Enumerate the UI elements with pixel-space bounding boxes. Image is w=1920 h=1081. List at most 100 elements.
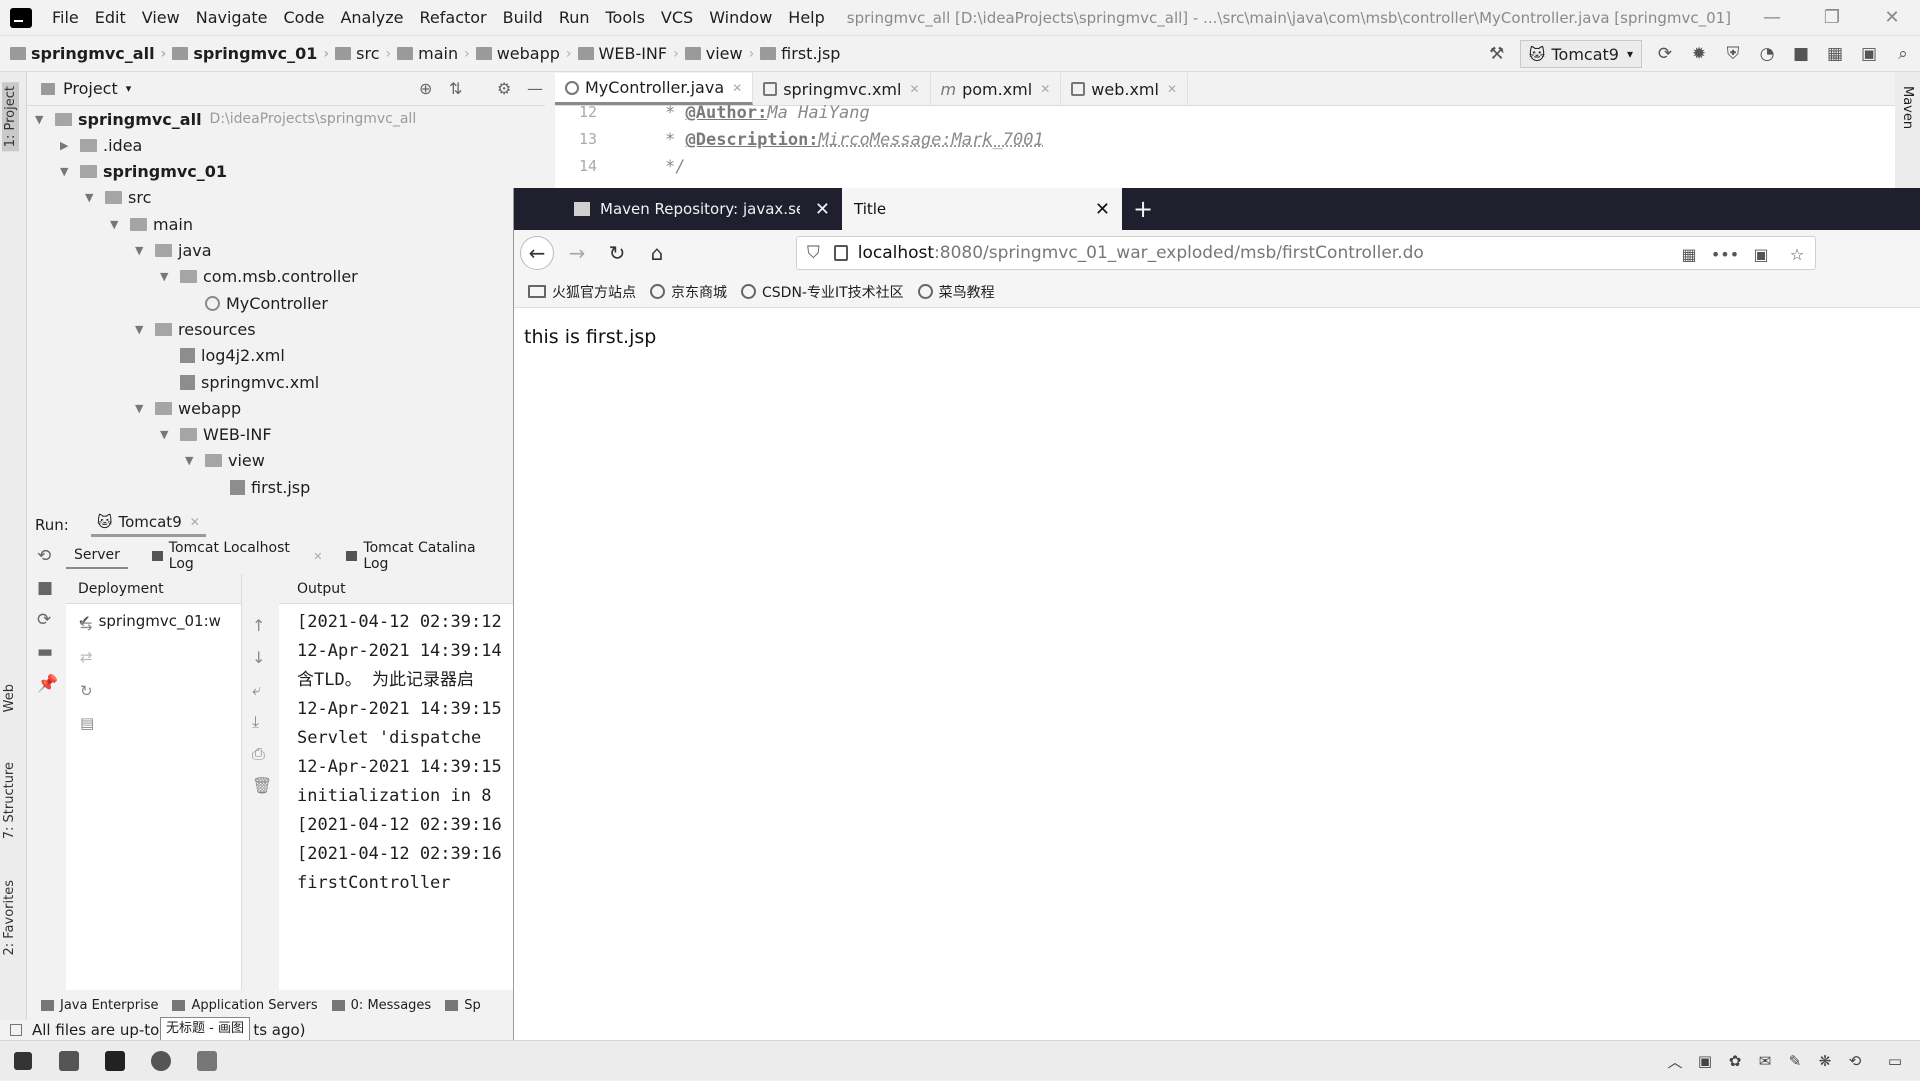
browser-tab-maven[interactable]: Maven Repository: javax.ser...✕ <box>562 188 842 230</box>
menu-code[interactable]: Code <box>276 0 333 36</box>
new-tab-button[interactable]: + <box>1122 188 1164 230</box>
project-view-selector[interactable]: Project <box>63 79 118 98</box>
taskbar-app-icon[interactable] <box>46 1041 92 1081</box>
tab-pom-xml[interactable]: m pom.xml ✕ <box>931 73 1062 105</box>
breadcrumb-item[interactable]: view › <box>684 44 754 63</box>
chevron-down-icon[interactable]: ▼ <box>60 165 74 178</box>
stop-icon[interactable]: ■ <box>37 578 53 598</box>
tree-node[interactable]: log4j2.xml <box>160 343 285 369</box>
tray-app-icon[interactable]: ❋ <box>1810 1052 1840 1070</box>
close-icon[interactable]: ✕ <box>190 515 200 529</box>
shield-icon[interactable]: ⛉ <box>807 243 820 263</box>
close-icon[interactable]: ✕ <box>1040 82 1050 96</box>
menu-vcs[interactable]: VCS <box>653 0 701 36</box>
tree-node[interactable]: springmvc.xml <box>160 369 319 395</box>
gear-icon[interactable]: ⚙ <box>497 79 511 98</box>
tree-node[interactable]: ▼ springmvc_01 <box>60 159 227 185</box>
tray-app-icon[interactable]: ✎ <box>1780 1052 1810 1070</box>
chevron-down-icon[interactable]: ▼ <box>160 270 174 283</box>
tab-tomcat-localhost-log[interactable]: Tomcat Localhost Log ✕ <box>151 540 322 572</box>
home-icon[interactable]: ⌂ <box>640 236 674 270</box>
tree-node[interactable]: ▼ main <box>110 211 193 237</box>
breadcrumb-item[interactable]: src › <box>335 44 391 63</box>
menu-view[interactable]: View <box>134 0 188 36</box>
reader-view-icon[interactable]: ▣ <box>1743 245 1779 264</box>
refresh-icon[interactable]: ↻ <box>80 682 93 700</box>
rerun-icon[interactable]: ⟲ <box>37 546 51 566</box>
tray-app-icon[interactable]: ✉ <box>1750 1052 1780 1070</box>
windows-start-icon[interactable] <box>0 1041 46 1081</box>
menu-edit[interactable]: Edit <box>87 0 134 36</box>
tool-tab-spring[interactable]: Sp <box>445 998 481 1013</box>
page-info-icon[interactable] <box>833 245 848 261</box>
tool-tab-project[interactable]: 1: Project <box>2 82 19 152</box>
terminal-icon[interactable]: ▣ <box>1852 40 1886 68</box>
chevron-down-icon[interactable]: ▼ <box>185 454 199 467</box>
tree-node[interactable]: first.jsp <box>210 474 310 500</box>
chevron-down-icon[interactable]: ▼ <box>135 323 149 336</box>
tool-tab-messages[interactable]: 0: Messages <box>331 998 431 1013</box>
tree-node[interactable]: MyController <box>185 290 328 316</box>
trash-icon[interactable]: 🗑 <box>252 776 272 795</box>
close-icon[interactable]: ✕ <box>909 82 919 96</box>
layout-icon[interactable]: ▬ <box>37 642 53 662</box>
breadcrumb-item[interactable]: webapp › <box>475 44 572 63</box>
menu-window[interactable]: Window <box>701 0 780 36</box>
menu-analyze[interactable]: Analyze <box>332 0 411 36</box>
tool-tab-application-servers[interactable]: Application Servers <box>172 998 318 1013</box>
bookmark-item[interactable]: 菜鸟教程 <box>917 282 995 302</box>
output-console[interactable]: Output [2021-04-12 02:39:12 12-Apr-2021 1… <box>279 574 517 1016</box>
chevron-down-icon[interactable]: ▼ <box>35 113 49 126</box>
chevron-down-icon[interactable]: ▼ <box>135 244 149 257</box>
code-editor[interactable]: 12 * @Author: Ma HaiYang 13 * @Descripti… <box>555 103 1895 190</box>
taskbar-paint-icon[interactable] <box>184 1041 230 1081</box>
debug-icon[interactable]: ✹ <box>1682 40 1716 68</box>
restore-icon[interactable]: ❐ <box>1804 0 1860 36</box>
bookmark-item[interactable]: 火狐官方站点 <box>528 282 636 302</box>
menu-tools[interactable]: Tools <box>598 0 653 36</box>
tray-app-icon[interactable]: ⟲ <box>1840 1052 1870 1070</box>
close-icon[interactable]: ✕ <box>732 81 742 95</box>
close-tab-icon[interactable]: ✕ <box>1095 199 1110 220</box>
tool-tab-java-enterprise[interactable]: Java Enterprise <box>41 998 158 1013</box>
build-hammer-icon[interactable]: ⚒ <box>1480 40 1514 68</box>
tree-node[interactable]: ▼ view <box>185 448 265 474</box>
chevron-down-icon[interactable]: ▼ <box>85 191 99 204</box>
chevron-down-icon[interactable]: ▼ <box>110 218 124 231</box>
locate-icon[interactable]: ⊕ <box>419 79 432 98</box>
collapse-all-icon[interactable]: ⇅ <box>449 79 462 98</box>
breadcrumb-item[interactable]: first.jsp <box>760 44 840 63</box>
menu-refactor[interactable]: Refactor <box>412 0 495 36</box>
taskbar-intellij-icon[interactable] <box>92 1041 138 1081</box>
chevron-down-icon[interactable]: ▾ <box>126 82 132 95</box>
tray-app-icon[interactable]: ✿ <box>1720 1052 1750 1070</box>
breadcrumb-item[interactable]: main › <box>397 44 470 63</box>
tree-node[interactable]: ▼ src <box>85 185 151 211</box>
run-tab-tomcat9[interactable]: 🐱 Tomcat9 ✕ <box>90 513 206 537</box>
qr-code-icon[interactable]: ▦ <box>1671 245 1707 264</box>
hide-icon[interactable]: — <box>527 79 543 98</box>
project-structure-icon[interactable]: ▦ <box>1818 40 1852 68</box>
menu-build[interactable]: Build <box>495 0 551 36</box>
tool-tab-structure[interactable]: 7: Structure <box>2 762 17 839</box>
close-icon[interactable]: ✕ <box>313 550 322 563</box>
stop-icon[interactable]: ■ <box>1784 40 1818 68</box>
tree-node[interactable]: ▼ java <box>135 238 212 264</box>
tree-node[interactable]: ▶ .idea <box>60 132 142 158</box>
print-icon[interactable]: ⎙ <box>252 744 265 764</box>
breadcrumb-item[interactable]: springmvc_all › <box>10 44 166 63</box>
profile-icon[interactable]: ◔ <box>1750 40 1784 68</box>
reload-icon[interactable]: ↻ <box>600 236 634 270</box>
coverage-icon[interactable]: ⛨ <box>1716 40 1750 68</box>
update-icon[interactable]: ⟳ <box>37 610 51 630</box>
close-tab-icon[interactable]: ✕ <box>815 199 830 220</box>
tool-tab-favorites[interactable]: 2: Favorites <box>2 880 17 956</box>
pin-icon[interactable]: 📌 <box>37 674 58 694</box>
taskbar-firefox-icon[interactable] <box>138 1041 184 1081</box>
close-icon[interactable]: ✕ <box>1167 82 1177 96</box>
scroll-to-end-icon[interactable]: ⤓ <box>252 712 259 732</box>
breadcrumb-item[interactable]: WEB-INF › <box>577 44 679 63</box>
tool-tab-maven[interactable]: Maven <box>1900 86 1915 129</box>
more-icon[interactable]: ••• <box>1707 245 1743 264</box>
rerun-icon[interactable]: ⟳ <box>1648 40 1682 68</box>
